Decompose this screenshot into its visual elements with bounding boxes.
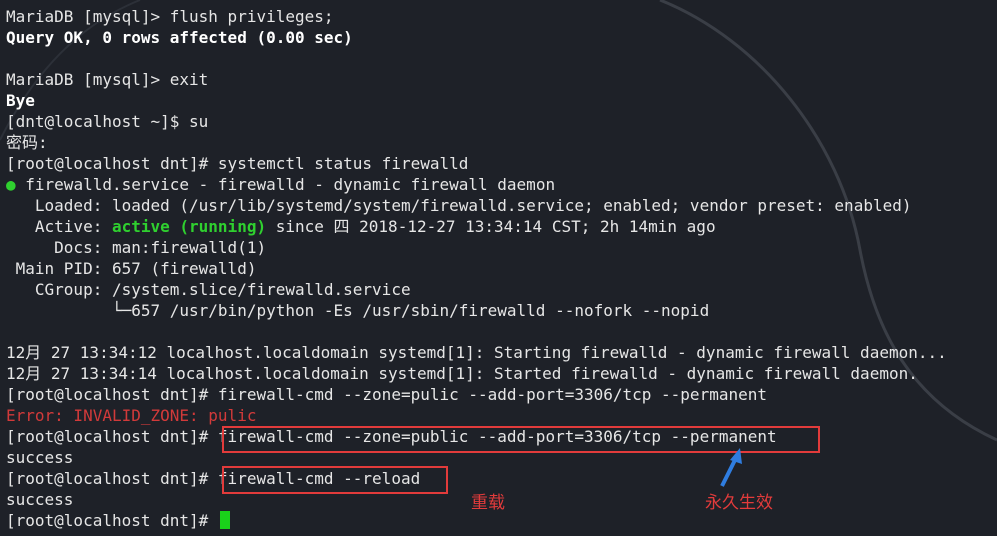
terminal-line: success xyxy=(6,490,74,509)
active-label: Active: xyxy=(6,217,112,236)
terminal-line: 密码: xyxy=(6,133,48,152)
terminal-line: [root@localhost dnt]# systemctl status f… xyxy=(6,154,469,173)
terminal-line: success xyxy=(6,448,74,467)
highlight-box-reload-command xyxy=(222,466,448,494)
error-line: Error: INVALID_ZONE: pulic xyxy=(6,406,257,425)
terminal-line: ● firewalld.service - firewalld - dynami… xyxy=(6,174,555,195)
annotation-permanent: 永久生效 xyxy=(705,493,773,513)
service-title: firewalld.service - firewalld - dynamic … xyxy=(15,175,556,194)
active-since: since 四 2018-12-27 13:34:14 CST; 2h 14mi… xyxy=(266,217,716,236)
terminal-window[interactable]: MariaDB [mysql]> flush privileges; Query… xyxy=(0,0,997,536)
terminal-line: └─657 /usr/bin/python -Es /usr/sbin/fire… xyxy=(6,301,710,320)
prompt: [root@localhost dnt]# xyxy=(6,511,218,530)
terminal-line: Loaded: loaded (/usr/lib/systemd/system/… xyxy=(6,196,912,215)
terminal-line: MariaDB [mysql]> exit xyxy=(6,70,209,89)
arrow-icon xyxy=(720,448,742,487)
terminal-line: Active: active (running) since 四 2018-12… xyxy=(6,216,716,237)
terminal-prompt-line[interactable]: [root@localhost dnt]# xyxy=(6,510,230,531)
terminal-line: Docs: man:firewalld(1) xyxy=(6,238,267,257)
terminal-line: 12月 27 13:34:14 localhost.localdomain sy… xyxy=(6,364,918,383)
active-status: active (running) xyxy=(111,217,267,236)
terminal-cursor xyxy=(219,511,230,529)
annotation-reload: 重载 xyxy=(471,493,505,513)
terminal-line: CGroup: /system.slice/firewalld.service xyxy=(6,280,411,299)
terminal-line: MariaDB [mysql]> flush privileges; xyxy=(6,7,334,26)
status-dot-icon: ● xyxy=(6,175,16,194)
terminal-line: Query OK, 0 rows affected (0.00 sec) xyxy=(6,28,353,47)
terminal-line: Main PID: 657 (firewalld) xyxy=(6,259,257,278)
terminal-line: 12月 27 13:34:12 localhost.localdomain sy… xyxy=(6,343,947,362)
terminal-line: Bye xyxy=(6,91,35,110)
terminal-line: [root@localhost dnt]# firewall-cmd --zon… xyxy=(6,385,767,404)
terminal-line: [dnt@localhost ~]$ su xyxy=(6,112,209,131)
